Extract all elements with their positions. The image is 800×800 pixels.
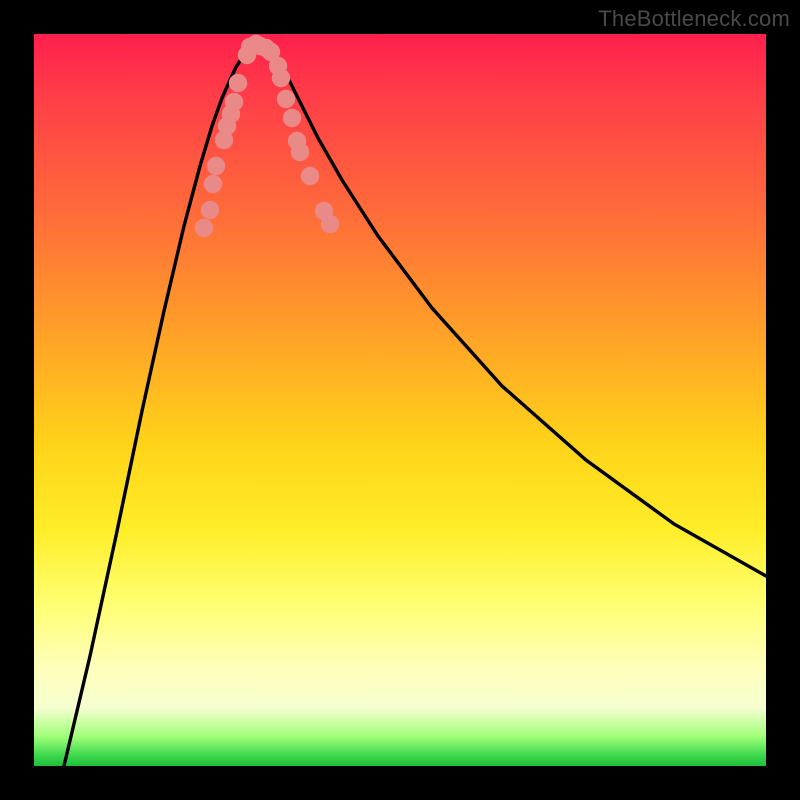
data-dot	[229, 74, 247, 92]
chart-svg	[34, 34, 766, 766]
data-dot	[301, 167, 319, 185]
left-curve	[64, 43, 254, 766]
data-dot	[201, 201, 219, 219]
data-dot	[204, 175, 222, 193]
data-dot	[291, 143, 309, 161]
data-dot	[225, 93, 243, 111]
right-curve	[264, 43, 766, 576]
data-dot	[277, 90, 295, 108]
data-dot	[207, 157, 225, 175]
data-dot	[272, 69, 290, 87]
data-dot	[283, 109, 301, 127]
watermark-text: TheBottleneck.com	[598, 6, 790, 32]
chart-frame: TheBottleneck.com	[0, 0, 800, 800]
plot-area	[34, 34, 766, 766]
data-dot	[321, 215, 339, 233]
data-dot	[195, 219, 213, 237]
